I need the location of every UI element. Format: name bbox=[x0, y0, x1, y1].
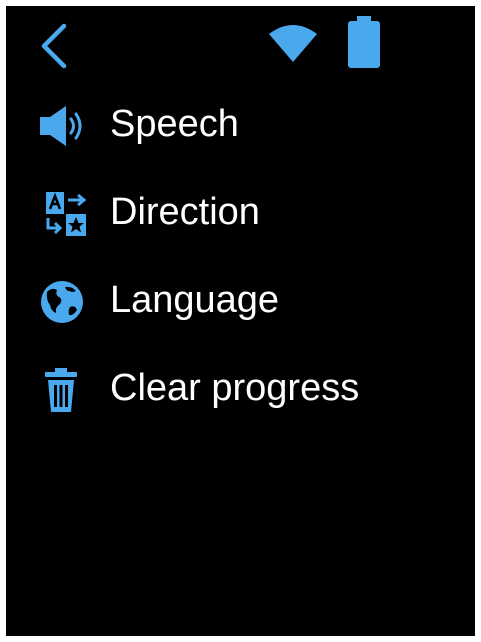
translate-direction-icon bbox=[38, 192, 90, 236]
speaker-icon bbox=[38, 104, 90, 148]
trash-icon bbox=[38, 368, 90, 412]
menu-item-speech[interactable]: Speech bbox=[6, 82, 475, 170]
menu-item-label: Direction bbox=[110, 191, 260, 233]
wifi-icon bbox=[269, 25, 317, 62]
wifi-indicator bbox=[268, 24, 318, 62]
menu-item-language[interactable]: Language bbox=[6, 258, 475, 346]
menu-item-label: Clear progress bbox=[110, 367, 360, 409]
menu-item-label: Language bbox=[110, 279, 280, 321]
back-button[interactable] bbox=[34, 22, 74, 70]
menu-item-clear-progress[interactable]: Clear progress bbox=[6, 346, 475, 434]
settings-menu: Speech Direction Language Clear progress bbox=[6, 82, 475, 434]
globe-icon bbox=[38, 280, 90, 324]
status-bar bbox=[6, 6, 475, 76]
device-screen: Speech Direction Language Clear progress bbox=[6, 6, 475, 636]
battery-icon bbox=[348, 16, 380, 68]
chevron-left-icon bbox=[41, 23, 67, 69]
menu-item-label: Speech bbox=[110, 103, 239, 145]
battery-indicator bbox=[346, 16, 382, 68]
menu-item-direction[interactable]: Direction bbox=[6, 170, 475, 258]
